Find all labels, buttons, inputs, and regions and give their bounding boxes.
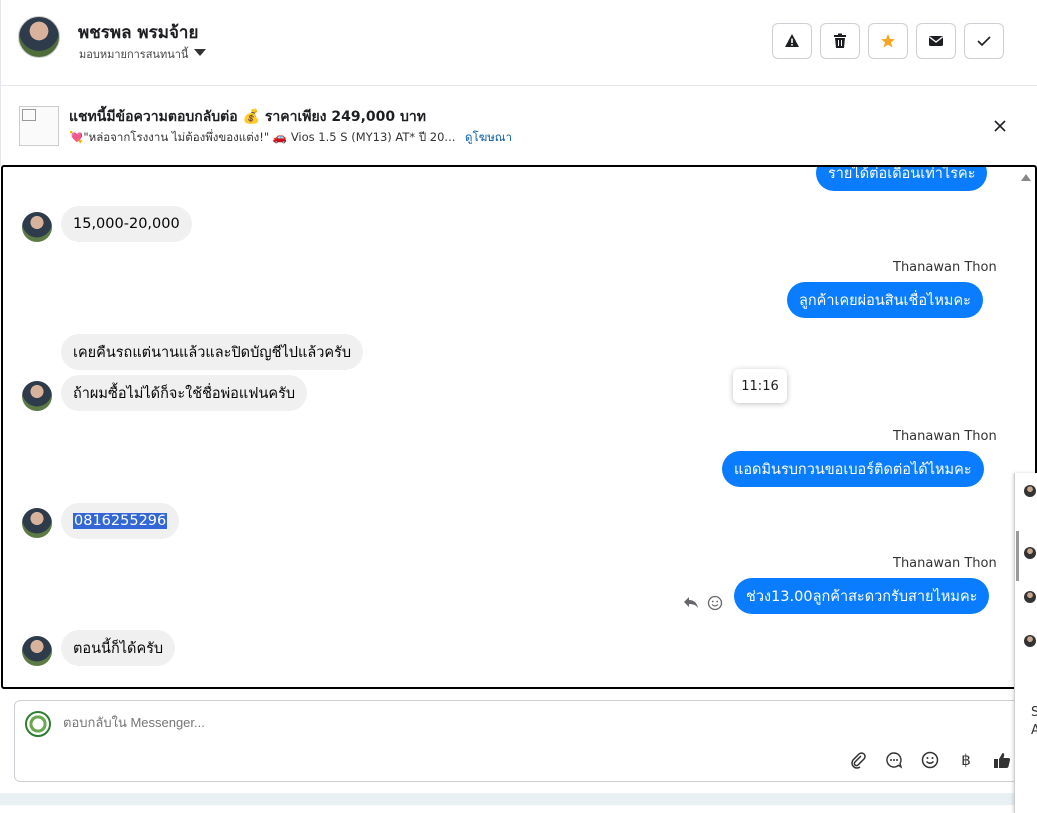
spam-button[interactable] <box>772 23 812 59</box>
mark-unread-button[interactable] <box>916 23 956 59</box>
avatar <box>22 381 52 411</box>
view-ad-link[interactable]: ดูโฆษณา <box>465 130 512 144</box>
star-button[interactable] <box>868 23 908 59</box>
conversation-header: พชรพล พรมจ้าย มอบหมายการสนทนานี้ <box>0 0 1037 86</box>
sender-name: Thanawan Thon <box>893 429 997 444</box>
message-outgoing[interactable]: ช่วง13.00ลูกค้าสะดวกรับสายไหมคะ <box>734 578 990 614</box>
sender-name: Thanawan Thon <box>893 556 997 571</box>
side-scrollbar[interactable] <box>1016 531 1019 581</box>
emoji-button[interactable] <box>919 749 941 771</box>
ad-thumbnail[interactable] <box>19 106 59 146</box>
thumbs-up-icon <box>994 753 1011 768</box>
avatar <box>1024 485 1036 497</box>
composer-tools: ฿ <box>847 749 1013 771</box>
attach-icon <box>851 752 866 769</box>
assign-label: มอบหมายการสนทนานี้ <box>79 48 189 61</box>
spam-icon <box>785 34 799 47</box>
reply-icon[interactable] <box>683 595 699 609</box>
baht-icon: ฿ <box>961 751 971 769</box>
page-avatar <box>25 711 51 737</box>
ad-description: 💘"หล่อจากโรงงาน ไม่ต้องพึ่งของแต่ง!" 🚗 V… <box>69 129 512 147</box>
assign-conversation[interactable]: มอบหมายการสนทนานี้ <box>79 45 207 63</box>
timestamp-tooltip: 11:16 <box>733 369 787 403</box>
sender-name: Thanawan Thon <box>893 260 997 275</box>
like-button[interactable] <box>991 749 1013 771</box>
avatar <box>1024 635 1036 647</box>
ad-description-text: 💘"หล่อจากโรงงาน ไม่ต้องพึ่งของแต่ง!" 🚗 V… <box>69 130 456 144</box>
avatar <box>22 212 52 242</box>
react-emoji-icon[interactable] <box>707 595 723 611</box>
message-incoming[interactable]: ตอนนี้ก็ได้ครับ <box>61 630 176 666</box>
mail-icon <box>929 36 943 46</box>
reply-composer: ฿ <box>14 700 1024 782</box>
saved-reply-icon <box>886 752 903 769</box>
attach-button[interactable] <box>847 749 869 771</box>
message-thread[interactable]: รายได้ต่อเดือนเท่าไรคะ 15,000-20,000 Tha… <box>1 165 1037 689</box>
reply-input[interactable] <box>63 715 663 730</box>
avatar <box>1024 547 1036 559</box>
seen-avatar <box>997 599 1011 613</box>
side-text: A <box>1031 723 1037 738</box>
message-incoming[interactable]: 0816255296 <box>61 503 180 539</box>
header-actions <box>772 23 1004 59</box>
side-text: S <box>1031 705 1037 720</box>
message-incoming[interactable]: 15,000-20,000 <box>61 206 192 242</box>
side-panel[interactable]: S A <box>1014 473 1037 813</box>
caret-down-icon <box>194 48 207 56</box>
contact-name[interactable]: พชรพล พรมจ้าย <box>78 19 198 46</box>
mark-done-button[interactable] <box>964 23 1004 59</box>
emoji-icon <box>921 751 939 769</box>
star-icon <box>881 34 895 48</box>
message-incoming[interactable]: ถ้าผมซื้อไม่ได้ก็จะใช้ชื่อพ่อแฟนครับ <box>61 375 308 411</box>
message-outgoing[interactable]: แอดมินรบกวนขอเบอร์ติดต่อได้ไหมคะ <box>722 451 984 487</box>
payment-button[interactable]: ฿ <box>955 749 977 771</box>
avatar <box>22 636 52 666</box>
scroll-up-arrow-icon[interactable] <box>1021 174 1031 181</box>
selected-phone-number[interactable]: 0816255296 <box>73 513 168 529</box>
seen-avatar <box>995 651 1009 665</box>
close-icon[interactable] <box>990 116 1010 136</box>
message-actions <box>683 595 723 611</box>
message-outgoing[interactable]: รายได้ต่อเดือนเท่าไรคะ <box>816 167 988 191</box>
bottom-strip <box>0 793 1037 805</box>
message-incoming[interactable]: เคยคืนรถแต่นานแล้วและปิดบัญชีไปแล้วครับ <box>61 334 364 370</box>
saved-reply-button[interactable] <box>883 749 905 771</box>
ad-title: แชทนี้มีข้อความตอบกลับต่อ 💰 ราคาเพียง 24… <box>69 109 427 125</box>
avatar <box>22 508 52 538</box>
message-outgoing[interactable]: ลูกค้าเคยผ่อนสินเชื่อไหมคะ <box>787 282 983 318</box>
check-icon <box>977 36 991 47</box>
delete-button[interactable] <box>820 23 860 59</box>
trash-icon <box>834 33 846 48</box>
avatar[interactable] <box>18 16 60 58</box>
ad-banner: แชทนี้มีข้อความตอบกลับต่อ 💰 ราคาเพียง 24… <box>0 86 1037 166</box>
avatar <box>1024 591 1036 603</box>
